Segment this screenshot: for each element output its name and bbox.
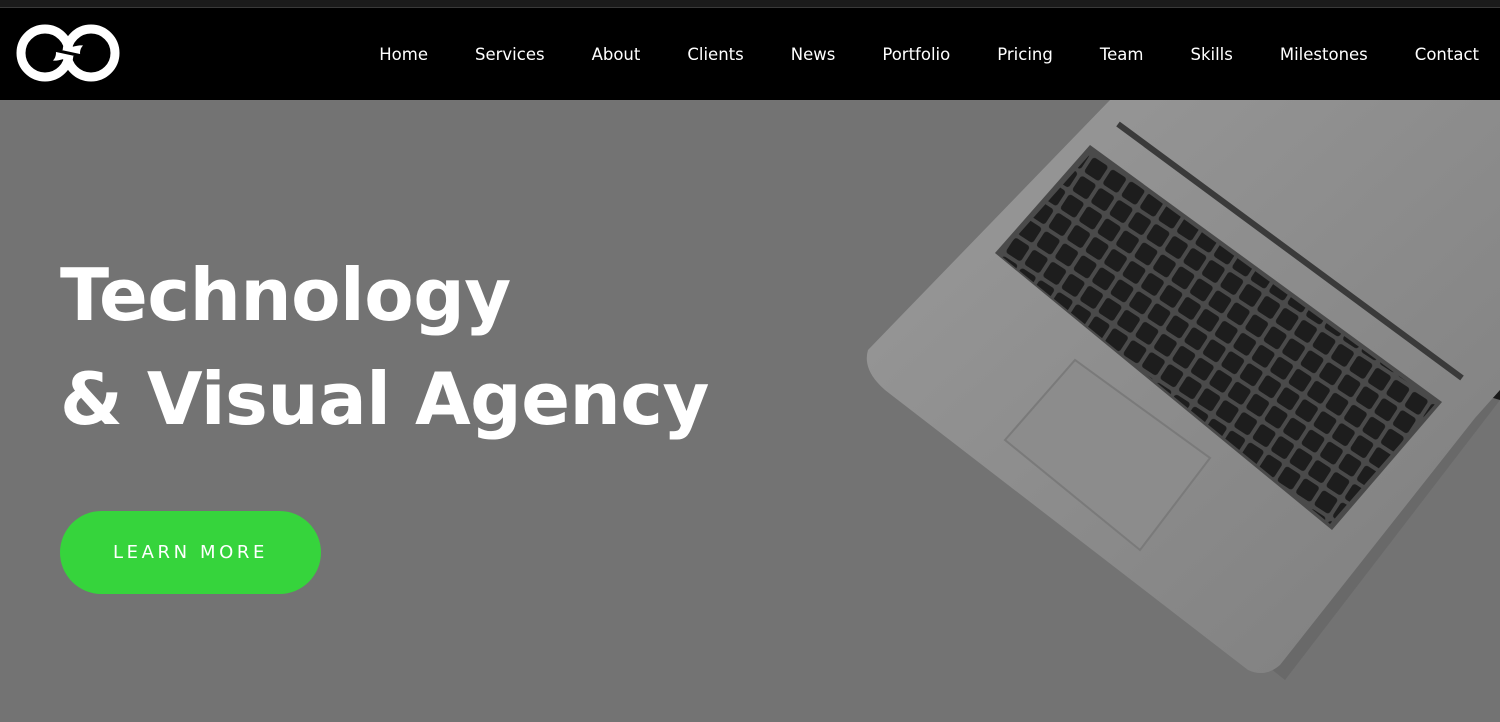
site-header: Home Services About Clients News Portfol… [0,8,1500,100]
nav-news[interactable]: News [791,45,836,64]
hero-title-line-1: Technology [60,253,511,337]
infinity-logo-icon[interactable] [14,22,122,84]
hero-title: Technology & Visual Agency [60,243,709,451]
nav-milestones[interactable]: Milestones [1280,45,1368,64]
nav-team[interactable]: Team [1100,45,1144,64]
nav-portfolio[interactable]: Portfolio [882,45,950,64]
main-nav: Home Services About Clients News Portfol… [379,8,1500,100]
nav-about[interactable]: About [592,45,641,64]
nav-services[interactable]: Services [475,45,545,64]
hero-section: Technology & Visual Agency LEARN MORE [0,100,1500,722]
hero-title-line-2: & Visual Agency [60,357,709,441]
nav-home[interactable]: Home [379,45,428,64]
nav-clients[interactable]: Clients [687,45,743,64]
learn-more-button[interactable]: LEARN MORE [60,511,321,594]
nav-contact[interactable]: Contact [1415,45,1479,64]
nav-pricing[interactable]: Pricing [997,45,1053,64]
browser-top-strip [0,0,1500,8]
nav-skills[interactable]: Skills [1190,45,1232,64]
